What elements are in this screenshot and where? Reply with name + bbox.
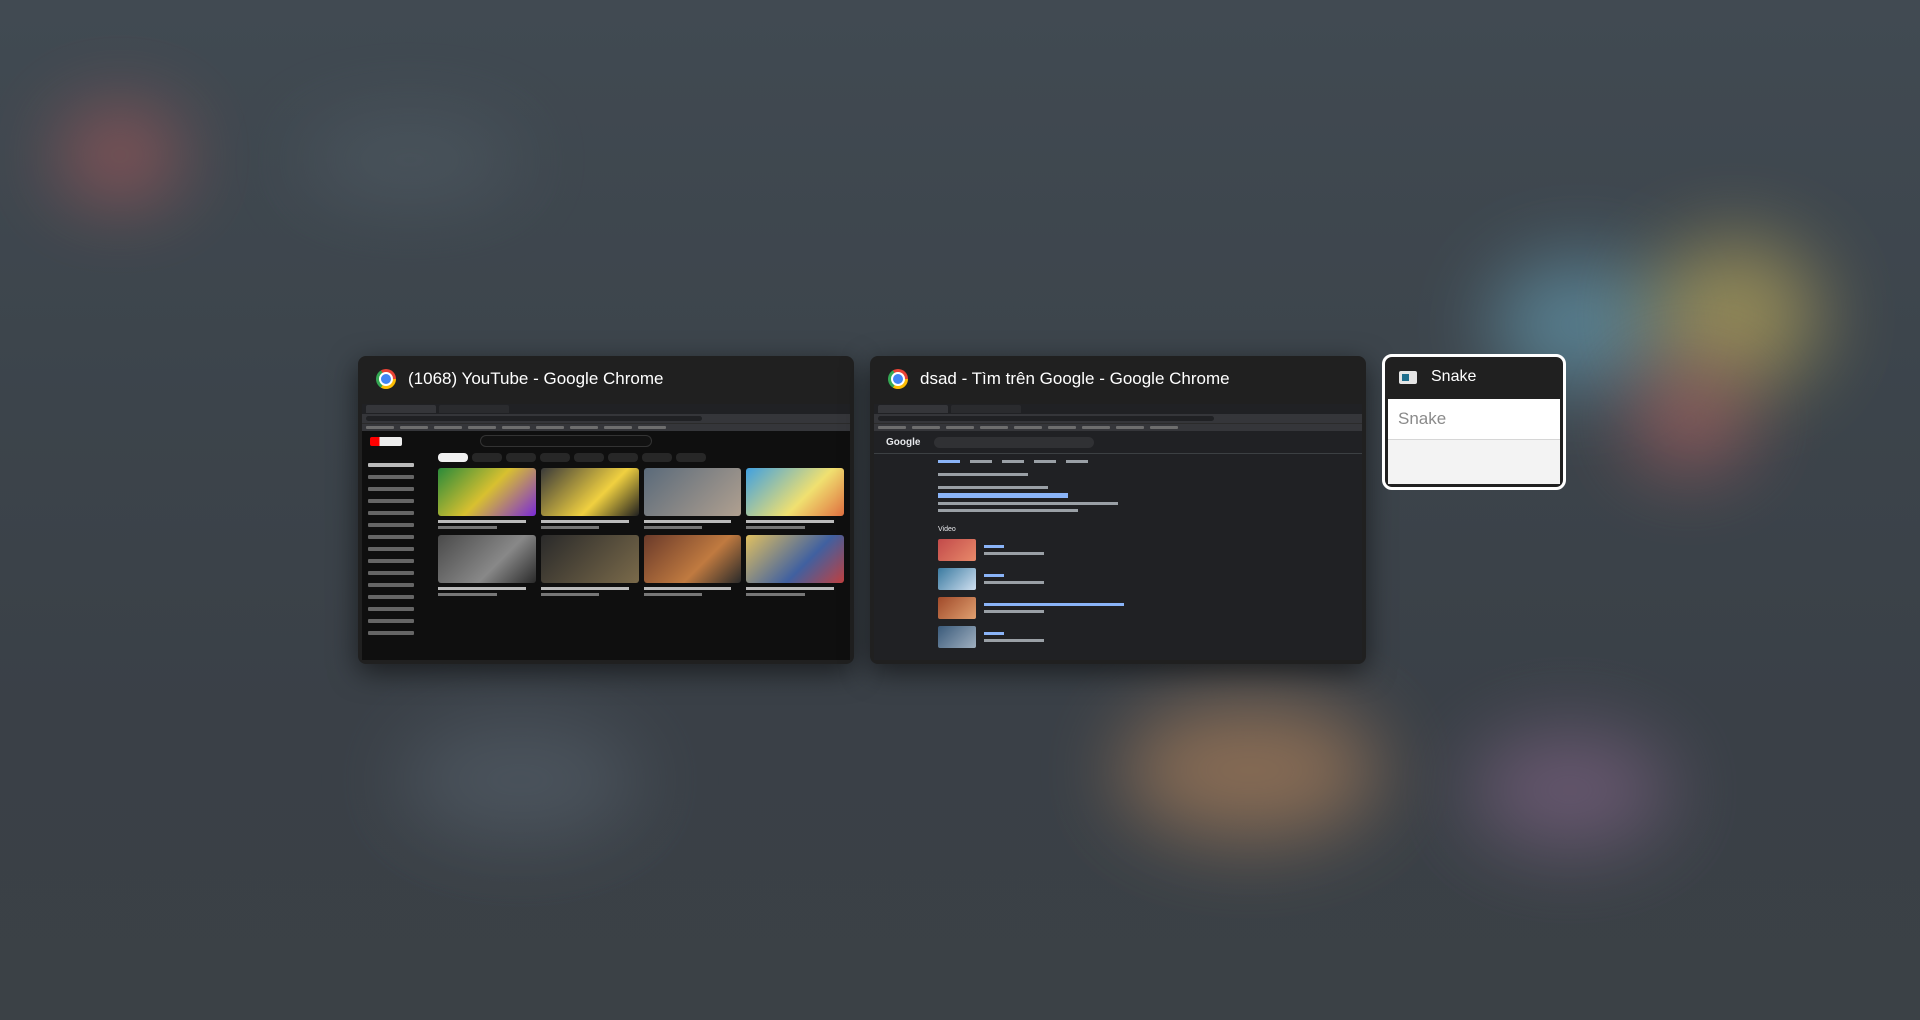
window-title: dsad - Tìm trên Google - Google Chrome [920, 369, 1230, 388]
window-title: Snake [1431, 368, 1477, 385]
video-section-label: Video [938, 526, 956, 533]
google-logo: Google [886, 436, 921, 448]
app-window-icon [1399, 370, 1417, 384]
chrome-icon [888, 369, 908, 389]
window-tile-youtube[interactable]: (1068) YouTube - Google Chrome [358, 356, 854, 664]
window-title: (1068) YouTube - Google Chrome [408, 369, 664, 388]
chrome-icon [376, 369, 396, 389]
snake-window-title: Snake [1388, 399, 1560, 440]
task-switcher: (1068) YouTube - Google Chrome dsad - Tì… [0, 0, 1920, 1020]
window-thumbnail: Snake [1388, 399, 1560, 484]
tile-header: Snake [1385, 357, 1563, 397]
tile-header: dsad - Tìm trên Google - Google Chrome [870, 356, 1366, 402]
window-tile-snake[interactable]: Snake Snake [1382, 354, 1566, 490]
window-tile-google[interactable]: dsad - Tìm trên Google - Google Chrome G… [870, 356, 1366, 664]
youtube-logo-icon [370, 436, 402, 446]
tile-header: (1068) YouTube - Google Chrome [358, 356, 854, 402]
window-thumbnail: Google Video [874, 404, 1362, 660]
window-thumbnail [362, 404, 850, 660]
